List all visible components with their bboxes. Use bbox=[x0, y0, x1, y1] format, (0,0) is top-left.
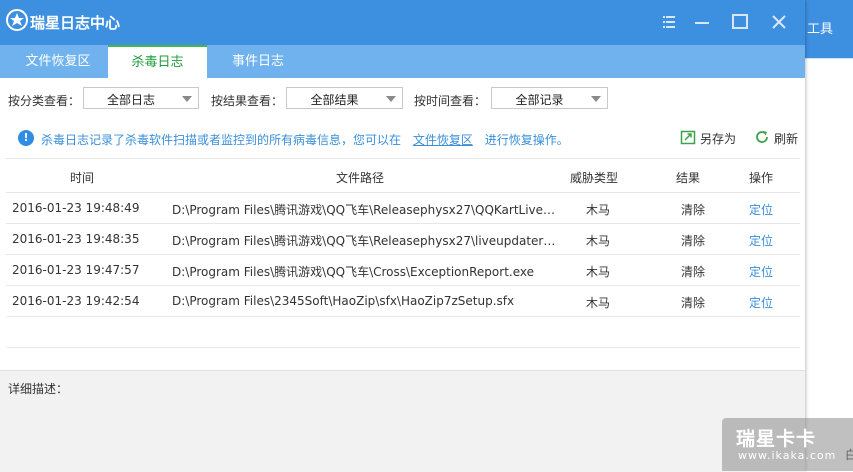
table-row[interactable]: 2016-01-23 19:48:49 D:\Program Files\腾讯游… bbox=[6, 193, 800, 224]
cell-time: 2016-01-23 19:47:57 bbox=[12, 263, 140, 277]
tab-file-recovery[interactable]: 文件恢复区 bbox=[8, 45, 108, 78]
table-row[interactable]: 2016-01-23 19:42:54 D:\Program Files\234… bbox=[6, 286, 800, 317]
info-text-before: 杀毒日志记录了杀毒软件扫描或者监控到的所有病毒信息，您可以在 bbox=[41, 133, 402, 147]
locate-link[interactable]: 定位 bbox=[731, 232, 791, 249]
info-message: 杀毒日志记录了杀毒软件扫描或者监控到的所有病毒信息，您可以在 文件恢复区 进行恢… bbox=[41, 131, 569, 148]
window-title: 瑞星日志中心 bbox=[30, 14, 121, 32]
refresh-button[interactable]: 刷新 bbox=[754, 129, 804, 147]
maximize-icon[interactable] bbox=[728, 10, 752, 34]
background-divider bbox=[805, 58, 853, 59]
time-filter-select[interactable]: 全部记录 bbox=[491, 87, 608, 109]
locate-link[interactable]: 定位 bbox=[731, 263, 791, 280]
cell-threat-type: 木马 bbox=[585, 234, 610, 248]
detail-label: 详细描述： bbox=[8, 382, 69, 396]
cell-result: 清除 bbox=[680, 296, 705, 310]
cell-time: 2016-01-23 19:42:54 bbox=[12, 294, 140, 308]
export-icon bbox=[680, 130, 696, 145]
time-filter-value: 全部记录 bbox=[515, 93, 564, 107]
title-bar: 瑞星日志中心 bbox=[0, 0, 805, 45]
table-row[interactable]: 2016-01-23 19:47:57 D:\Program Files\腾讯游… bbox=[6, 255, 800, 286]
chevron-down-icon bbox=[591, 96, 601, 102]
ikaka-watermark: 瑞星卡卡 www.ikaka.com bbox=[722, 418, 853, 471]
cell-path: D:\Program Files\腾讯游戏\QQ飞车\Releasephysx2… bbox=[172, 234, 557, 248]
cell-result: 清除 bbox=[680, 265, 705, 279]
result-filter-label: 按结果查看： bbox=[211, 94, 284, 108]
locate-link[interactable]: 定位 bbox=[731, 201, 791, 218]
cell-path: D:\Program Files\2345Soft\HaoZip\sfx\Hao… bbox=[172, 294, 515, 308]
header-threat-type: 威胁类型 bbox=[570, 171, 619, 185]
locate-link[interactable]: 定位 bbox=[731, 294, 791, 311]
cell-result: 清除 bbox=[680, 234, 705, 248]
save-as-label: 另存为 bbox=[700, 132, 737, 146]
header-result: 结果 bbox=[676, 171, 701, 185]
table-header: 时间 文件路径 威胁类型 结果 操作 bbox=[6, 158, 800, 193]
log-center-window: 瑞星日志中心 文件恢复区 杀毒日志 事件日志 按分类查看： 全部日志 按结果查看… bbox=[0, 0, 805, 472]
table-row[interactable]: 2016-01-23 19:48:35 D:\Program Files\腾讯游… bbox=[6, 224, 800, 255]
cell-time: 2016-01-23 19:48:49 bbox=[12, 201, 140, 215]
chevron-down-icon bbox=[182, 96, 192, 102]
info-text-after: 进行恢复操作。 bbox=[484, 133, 569, 147]
filter-bar: 按分类查看： 全部日志 按结果查看： 全部结果 按时间查看： 全部记录 bbox=[0, 78, 805, 122]
info-bar: ! 杀毒日志记录了杀毒软件扫描或者监控到的所有病毒信息，您可以在 文件恢复区 进… bbox=[10, 121, 800, 157]
cell-result: 清除 bbox=[680, 203, 705, 217]
result-filter-select[interactable]: 全部结果 bbox=[286, 87, 403, 109]
rising-logo-icon bbox=[6, 9, 28, 31]
watermark-brand: 瑞星卡卡 bbox=[736, 428, 817, 450]
cell-threat-type: 木马 bbox=[585, 296, 610, 310]
watermark-url: www.ikaka.com bbox=[738, 449, 837, 462]
refresh-icon bbox=[756, 131, 768, 143]
table-empty-row bbox=[6, 317, 800, 348]
cell-path: D:\Program Files\腾讯游戏\QQ飞车\Releasephysx2… bbox=[172, 203, 557, 217]
virus-log-table: 时间 文件路径 威胁类型 结果 操作 2016-01-23 19:48:49 D… bbox=[6, 158, 800, 348]
minimize-icon[interactable] bbox=[690, 10, 714, 34]
detail-pane: 详细描述： bbox=[0, 370, 805, 472]
header-time: 时间 bbox=[70, 171, 95, 185]
cell-time: 2016-01-23 19:48:35 bbox=[12, 232, 140, 246]
tab-bar: 文件恢复区 杀毒日志 事件日志 bbox=[0, 45, 805, 78]
tab-event-log[interactable]: 事件日志 bbox=[208, 45, 308, 78]
menu-icon[interactable] bbox=[655, 10, 679, 34]
category-filter-value: 全部日志 bbox=[106, 93, 155, 107]
cell-threat-type: 木马 bbox=[585, 203, 610, 217]
tab-antivirus-log[interactable]: 杀毒日志 bbox=[108, 45, 207, 78]
time-filter-label: 按时间查看： bbox=[414, 94, 487, 108]
file-recovery-link[interactable]: 文件恢复区 bbox=[413, 133, 473, 147]
refresh-label: 刷新 bbox=[774, 132, 799, 146]
background-window: 工具 白 bbox=[805, 0, 853, 471]
cell-threat-type: 木马 bbox=[585, 265, 610, 279]
cell-path: D:\Program Files\腾讯游戏\QQ飞车\Cross\Excepti… bbox=[172, 265, 534, 279]
category-filter-select[interactable]: 全部日志 bbox=[83, 87, 199, 109]
category-filter-label: 按分类查看： bbox=[8, 94, 81, 108]
header-file-path: 文件路径 bbox=[336, 171, 385, 185]
background-tools-label: 工具 bbox=[807, 22, 834, 37]
result-filter-value: 全部结果 bbox=[310, 93, 359, 107]
chevron-down-icon bbox=[386, 96, 396, 102]
header-action: 操作 bbox=[749, 171, 774, 185]
save-as-button[interactable]: 另存为 bbox=[680, 129, 740, 147]
info-icon: ! bbox=[18, 130, 34, 146]
close-icon[interactable] bbox=[767, 10, 791, 34]
